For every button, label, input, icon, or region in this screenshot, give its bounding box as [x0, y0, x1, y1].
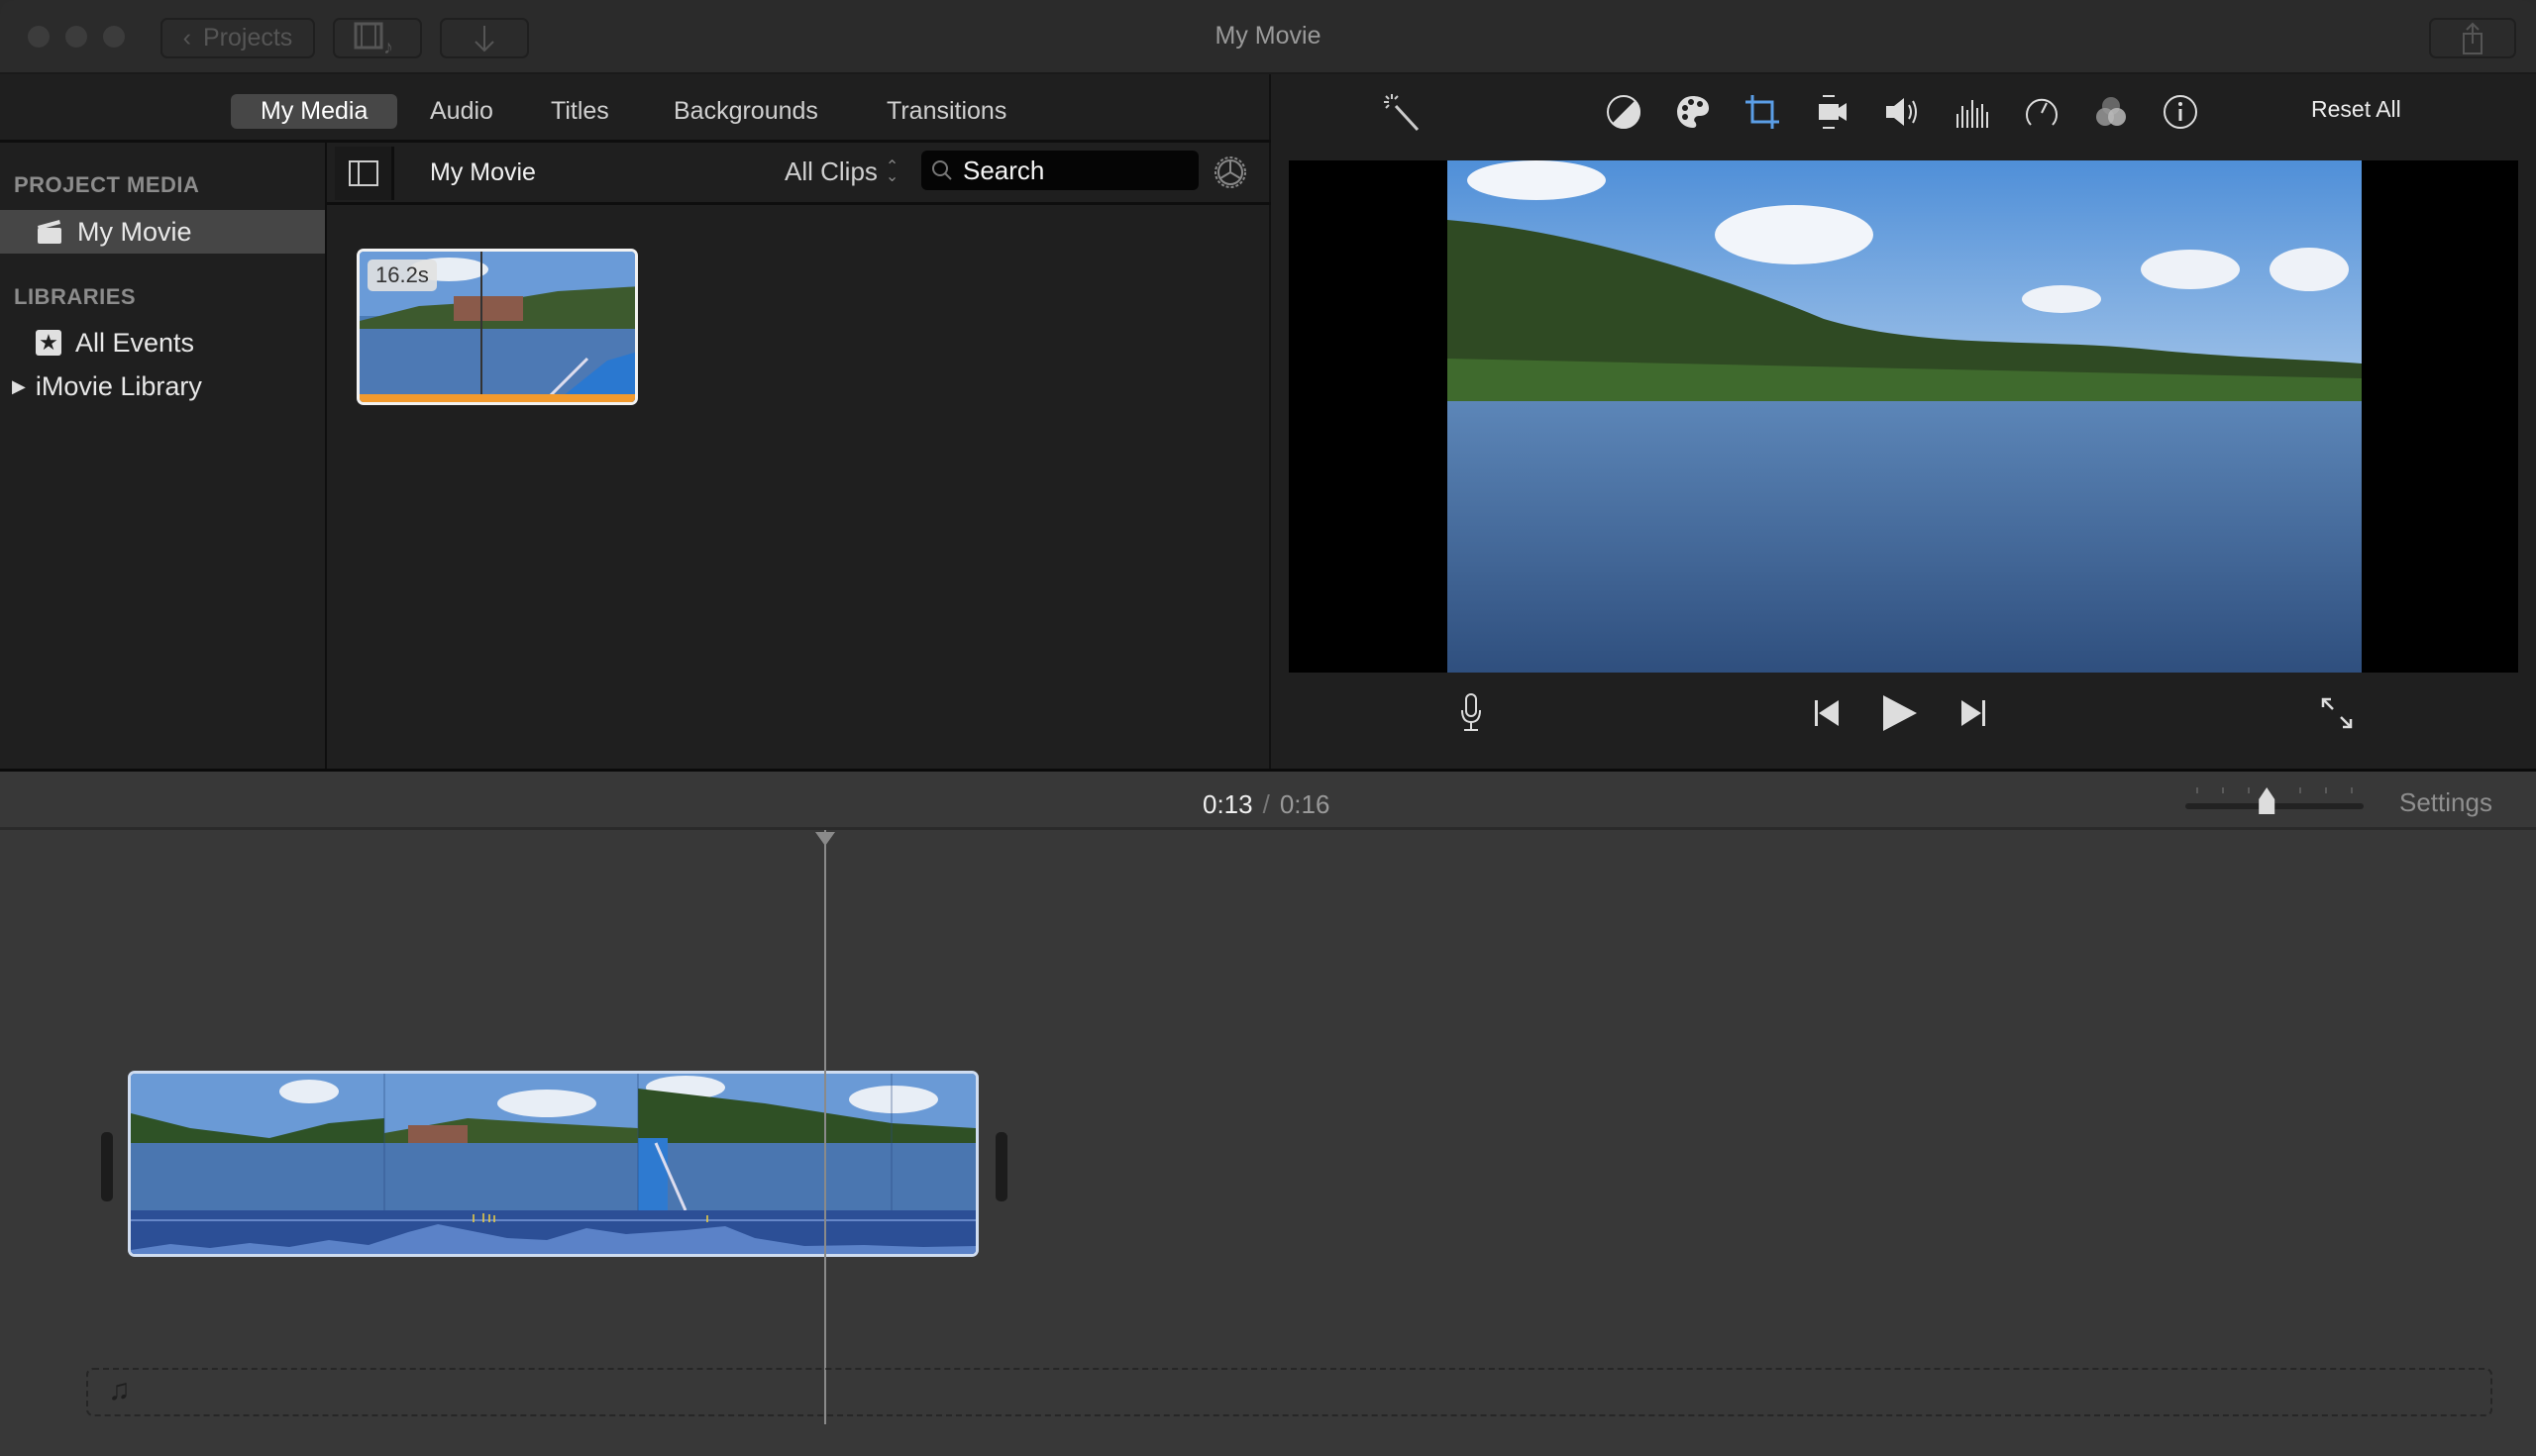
playhead[interactable]	[824, 830, 826, 1424]
reset-all-button[interactable]: Reset All	[2311, 96, 2401, 123]
color-balance-button[interactable]	[1604, 92, 1643, 132]
timeline-header: 0:13/0:16 Settings	[0, 769, 2536, 830]
total-time: 0:16	[1279, 789, 1330, 819]
timeline-zoom-slider[interactable]	[2185, 781, 2364, 821]
clips-filter-dropdown[interactable]: All Clips ⌃ ⌄	[785, 156, 898, 187]
fullscreen-button[interactable]	[2315, 688, 2359, 738]
color-circles-icon	[2096, 97, 2126, 126]
timeline-video-clip[interactable]	[128, 1071, 979, 1257]
libraries-sidebar: PROJECT MEDIA My Movie LIBRARIES ★ All E…	[0, 143, 327, 769]
tab-transitions[interactable]: Transitions	[857, 94, 1036, 129]
clip-filmstrip	[131, 1074, 976, 1210]
disclosure-triangle-icon[interactable]: ▶	[12, 376, 26, 397]
clip-used-indicator	[360, 394, 635, 402]
clip-filter-button[interactable]	[2091, 92, 2131, 132]
clip-duration-badge: 16.2s	[368, 260, 437, 291]
expand-arrows-icon	[2321, 697, 2353, 729]
clip-audio-waveform	[131, 1210, 976, 1254]
skip-forward-icon	[1961, 700, 1985, 726]
libraries-header: LIBRARIES	[14, 284, 137, 309]
video-frame	[1447, 160, 2362, 673]
palette-icon	[1677, 96, 1709, 128]
star-icon: ★	[36, 330, 61, 356]
play-icon	[1883, 695, 1917, 731]
timeline: ♫	[0, 830, 2536, 1456]
tab-titles[interactable]: Titles	[521, 94, 639, 129]
sidebar-toggle-button[interactable]	[335, 147, 394, 200]
stabilization-button[interactable]	[1813, 92, 1852, 132]
skimmer-line	[480, 252, 482, 402]
volume-button[interactable]	[1882, 92, 1922, 132]
clapperboard-icon	[38, 220, 61, 244]
up-down-chevron-icon: ⌃ ⌄	[885, 157, 899, 185]
voiceover-button[interactable]	[1449, 688, 1493, 738]
timecode-display: 0:13/0:16	[1203, 789, 1330, 819]
skip-back-icon	[1815, 700, 1839, 726]
viewer-pane: Reset All	[1271, 74, 2536, 769]
timeline-start-handle[interactable]	[101, 1132, 113, 1201]
tab-audio[interactable]: Audio	[400, 94, 523, 129]
sidebar-item-all-events[interactable]: ★ All Events	[0, 321, 325, 364]
browser-header: My Movie All Clips ⌃ ⌄ Search	[327, 143, 1271, 205]
timeline-settings-button[interactable]: Settings	[2399, 787, 2492, 818]
timeline-end-handle[interactable]	[996, 1132, 1007, 1201]
project-media-header: PROJECT MEDIA	[14, 172, 200, 197]
magic-wand-button[interactable]	[1382, 92, 1422, 132]
play-button[interactable]	[1875, 688, 1925, 738]
sidebar-item-imovie-library[interactable]: ▶ iMovie Library	[0, 364, 325, 408]
browser-tab-bar: My Media Audio Titles Backgrounds Transi…	[0, 74, 1271, 143]
gear-icon[interactable]	[1211, 153, 1250, 192]
color-balance-icon	[1607, 95, 1640, 129]
clip-info-button[interactable]	[2161, 92, 2200, 132]
media-browser-pane: My Media Audio Titles Backgrounds Transi…	[0, 74, 1271, 769]
speaker-icon	[1886, 98, 1917, 126]
equalizer-icon	[1956, 100, 1988, 128]
microphone-icon	[1461, 693, 1481, 731]
current-time: 0:13	[1203, 789, 1253, 819]
search-input[interactable]: Search	[921, 151, 1199, 190]
speedometer-icon	[2026, 98, 2058, 126]
background-music-well[interactable]: ♫	[86, 1368, 2492, 1416]
share-icon	[2463, 22, 2483, 54]
tab-my-media[interactable]: My Media	[231, 94, 398, 129]
video-frame-image	[1447, 160, 2362, 673]
color-correction-button[interactable]	[1673, 92, 1713, 132]
media-clip-thumbnail[interactable]: 16.2s	[357, 249, 638, 405]
tab-backgrounds[interactable]: Backgrounds	[644, 94, 848, 129]
info-icon	[2164, 95, 2197, 129]
skip-back-button[interactable]	[1806, 688, 1849, 738]
equalizer-button[interactable]	[1952, 92, 1991, 132]
zoom-slider-thumb[interactable]	[2259, 787, 2275, 814]
music-note-icon: ♫	[108, 1374, 131, 1406]
share-button[interactable]	[2429, 18, 2516, 58]
crop-button[interactable]	[1743, 92, 1782, 132]
title-bar: ‹ Projects ♪ My Movie	[0, 0, 2536, 74]
skip-forward-button[interactable]	[1951, 688, 1994, 738]
search-icon	[932, 160, 952, 180]
sidebar-icon	[348, 160, 378, 186]
speed-button[interactable]	[2022, 92, 2061, 132]
video-viewer	[1289, 160, 2518, 673]
magic-wand-icon	[1384, 94, 1420, 132]
crop-icon	[1745, 95, 1779, 129]
video-camera-icon	[1819, 95, 1847, 129]
sidebar-item-my-movie[interactable]: My Movie	[0, 210, 325, 254]
window-title: My Movie	[1215, 22, 1321, 50]
browser-title: My Movie	[430, 158, 536, 186]
